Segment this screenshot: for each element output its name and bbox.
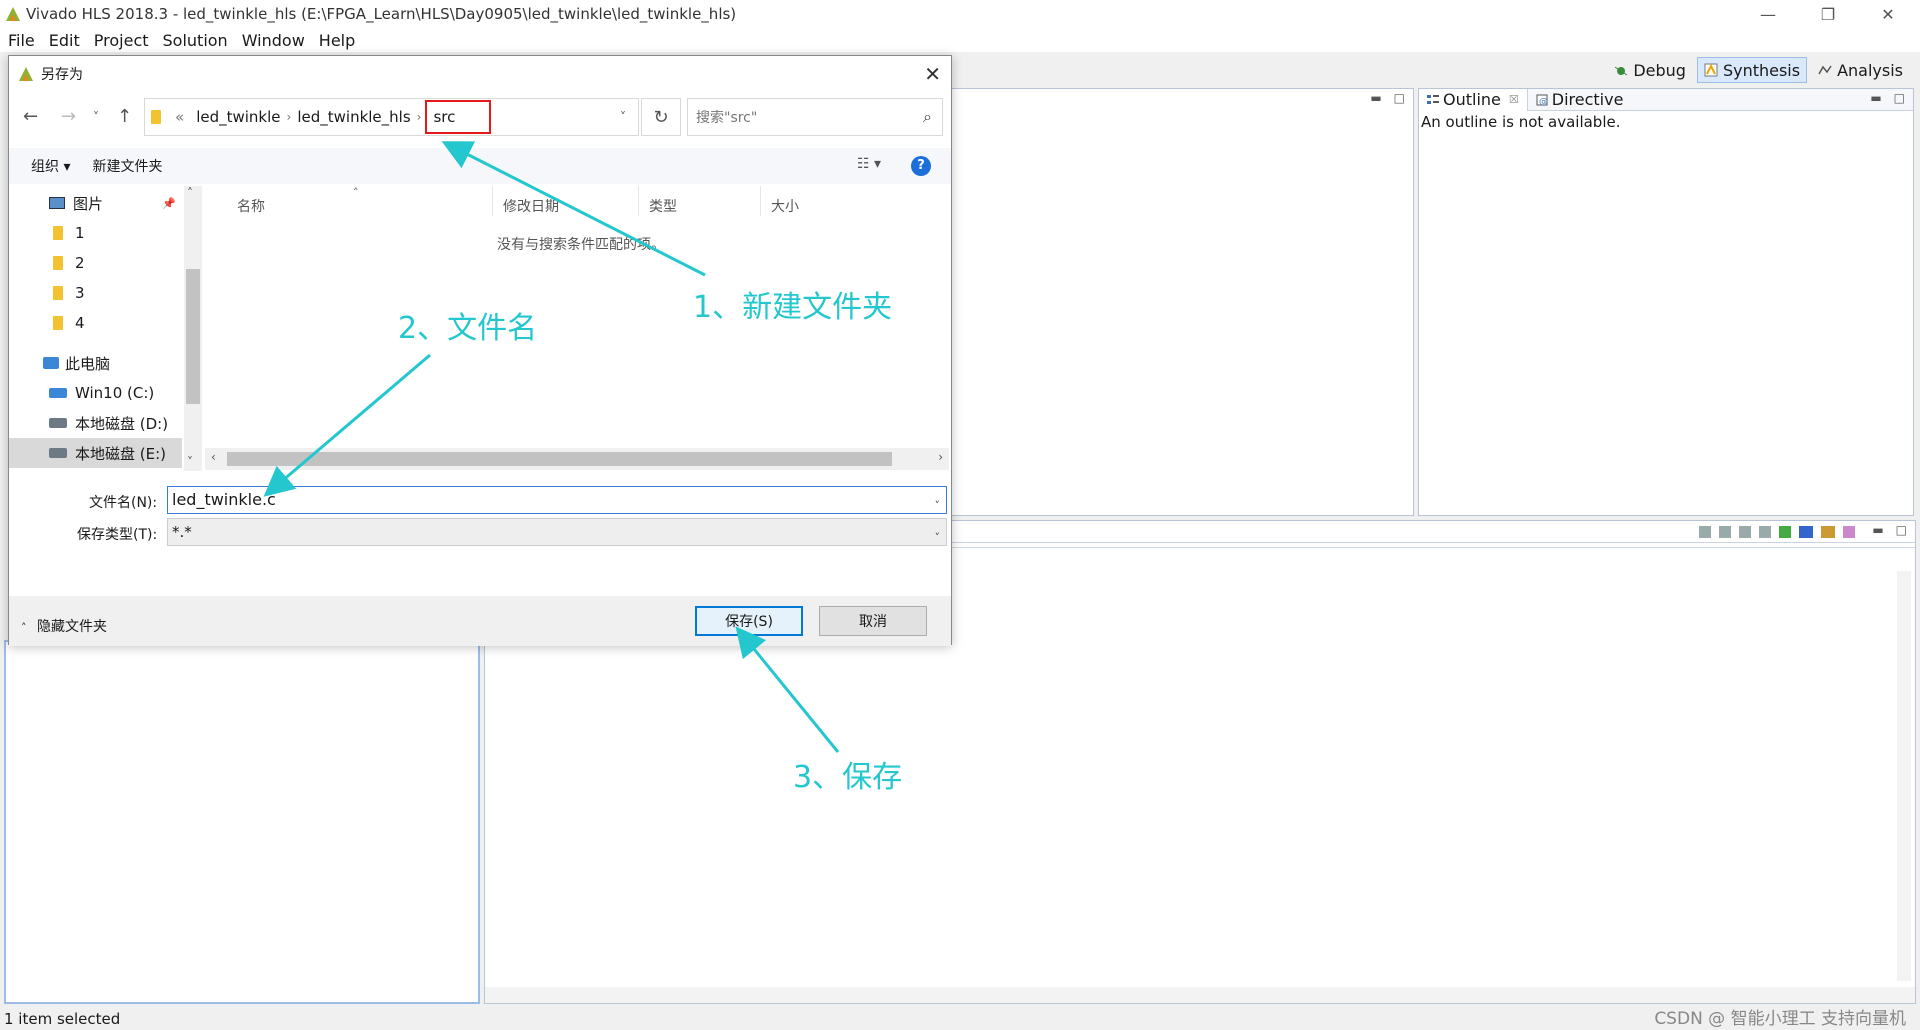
annotation-arrows bbox=[263, 141, 840, 753]
arrow-step1 bbox=[441, 141, 706, 277]
arrow-step2 bbox=[263, 353, 431, 497]
annotation-step1: 1、新建文件夹 bbox=[693, 290, 893, 325]
arrow-step3 bbox=[735, 626, 840, 753]
annotation-step3: 3、保存 bbox=[793, 760, 903, 795]
annotation-step2: 2、文件名 bbox=[398, 311, 538, 346]
